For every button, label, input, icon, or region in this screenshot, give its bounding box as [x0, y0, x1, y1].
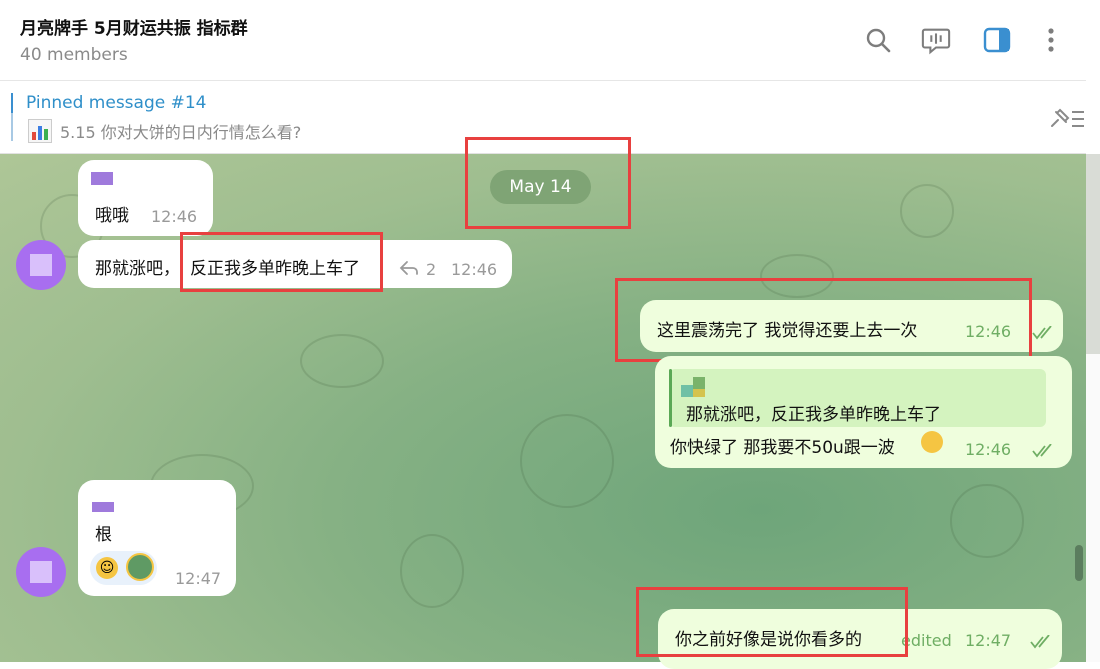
- message-text: 根: [95, 525, 112, 545]
- pinned-list-icon[interactable]: [1046, 104, 1086, 134]
- avatar[interactable]: [16, 547, 66, 597]
- message-text: 这里震荡完了 我觉得还要上去一次: [657, 321, 918, 341]
- message-time: 12:46: [451, 260, 498, 279]
- read-ticks-icon: [1030, 635, 1050, 649]
- message-text: 你之前好像是说你看多的: [675, 630, 862, 650]
- message-bubble[interactable]: 哦哦 12:46: [78, 160, 213, 236]
- chat-header: 月亮牌手 5月财运共振 指标群 40 members: [0, 0, 1086, 81]
- message-bubble-outgoing[interactable]: 你之前好像是说你看多的 edited 12:47: [658, 609, 1062, 669]
- crying-face-emoji: [921, 431, 943, 453]
- message-time: 12:46: [965, 322, 1012, 341]
- pinned-text: 5.15 你对大饼的日内行情怎么看?: [60, 123, 302, 142]
- date-separator: May 14: [490, 170, 591, 204]
- pinned-message-bar[interactable]: Pinned message #14 5.15 你对大饼的日内行情怎么看?: [0, 81, 1086, 154]
- message-text-part: 那就涨吧，: [95, 259, 180, 279]
- reply-arrow-icon[interactable]: [399, 260, 421, 276]
- message-time: 12:46: [965, 440, 1012, 459]
- message-time: 12:47: [175, 569, 222, 588]
- doodle-decoration: [760, 254, 834, 298]
- reply-quote[interactable]: 那就涨吧，反正我多单昨晚上车了: [669, 369, 1046, 427]
- message-bubble-outgoing[interactable]: 这里震荡完了 我觉得还要上去一次 12:46: [640, 300, 1063, 352]
- search-icon[interactable]: [863, 24, 893, 56]
- chat-title[interactable]: 月亮牌手 5月财运共振 指标群: [20, 14, 248, 39]
- message-text: 你快绿了 那我要不50u跟一波: [670, 438, 895, 458]
- edited-label: edited: [901, 631, 952, 650]
- read-ticks-icon: [1032, 326, 1052, 340]
- laughing-emoji: ☺: [96, 557, 118, 579]
- bar-chart-icon: [28, 119, 52, 143]
- member-count: 40 members: [20, 45, 128, 65]
- scrollbar[interactable]: [1075, 545, 1083, 581]
- doodle-decoration: [520, 414, 614, 508]
- pinned-indicator: [11, 93, 13, 141]
- quote-sender-redacted: [681, 377, 707, 397]
- sidebar-toggle-icon[interactable]: [982, 24, 1012, 56]
- more-icon[interactable]: [1036, 24, 1066, 56]
- message-text: 哦哦: [95, 206, 129, 226]
- read-ticks-icon: [1032, 444, 1052, 458]
- doodle-decoration: [300, 334, 384, 388]
- sender-name-redacted: [92, 502, 114, 512]
- sender-name-redacted: [91, 172, 113, 185]
- quote-text: 那就涨吧，反正我多单昨晚上车了: [686, 405, 941, 425]
- doodle-decoration: [950, 484, 1024, 558]
- voice-chat-icon[interactable]: [921, 24, 951, 56]
- doodle-decoration: [900, 184, 954, 238]
- message-bubble[interactable]: 那就涨吧， 反正我多单昨晚上车了 2 12:46: [78, 240, 512, 288]
- pinned-title: Pinned message #14: [26, 93, 207, 113]
- reactor-avatar: [126, 553, 154, 581]
- message-text-highlighted: 反正我多单昨晚上车了: [190, 259, 360, 279]
- avatar[interactable]: [16, 240, 66, 290]
- doodle-decoration: [400, 534, 464, 608]
- message-time: 12:46: [151, 207, 198, 226]
- window-edge: [1086, 0, 1100, 662]
- message-time: 12:47: [965, 631, 1012, 650]
- reply-count[interactable]: 2: [426, 260, 436, 279]
